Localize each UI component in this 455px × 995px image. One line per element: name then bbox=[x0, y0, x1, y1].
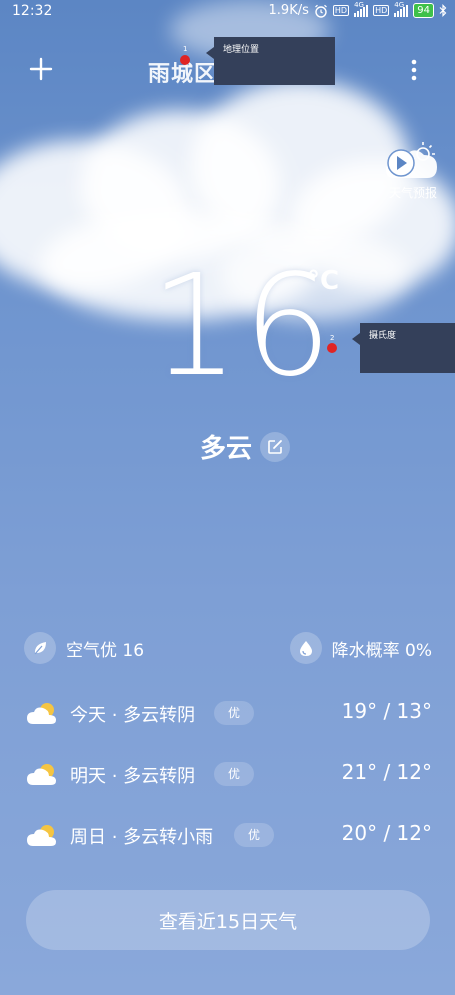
leaf-icon bbox=[24, 632, 56, 664]
network-type: 4G bbox=[354, 0, 364, 9]
condition-row: 多云 bbox=[200, 428, 291, 465]
day-label: 周日 · 多云转小雨 bbox=[70, 827, 214, 848]
current-condition: 多云 bbox=[200, 434, 253, 464]
marker-number: 1 bbox=[183, 45, 188, 53]
signal-icon: 4G bbox=[394, 1, 409, 17]
hd-badge: HD bbox=[332, 5, 350, 16]
info-row: 空气优 16 降水概率 0% bbox=[24, 632, 432, 668]
air-quality[interactable]: 空气优 16 bbox=[24, 632, 144, 664]
bluetooth-icon bbox=[439, 4, 447, 17]
marker-number: 2 bbox=[330, 334, 335, 342]
more-options-button[interactable] bbox=[404, 56, 424, 84]
annotation-marker bbox=[180, 55, 190, 65]
tooltip-location: 地理位置 bbox=[206, 37, 335, 85]
partly-cloudy-icon bbox=[27, 703, 56, 724]
aqi-badge: 优 bbox=[214, 701, 255, 725]
view-15-day-forecast-button[interactable]: 查看近15日天气 bbox=[26, 890, 430, 950]
edit-button[interactable] bbox=[260, 431, 291, 462]
alarm-icon bbox=[314, 4, 327, 18]
status-time: 12:32 bbox=[12, 3, 53, 19]
precipitation[interactable]: 降水概率 0% bbox=[289, 632, 432, 664]
day-temps: 20° / 12° bbox=[341, 821, 432, 845]
aqi-badge: 优 bbox=[214, 762, 255, 786]
network-type: 4G bbox=[394, 0, 405, 9]
temperature-unit[interactable]: °C bbox=[307, 266, 339, 296]
status-icons: 1.9K/s HD 4G HD 4G 94 bbox=[268, 1, 447, 18]
plus-icon bbox=[29, 57, 53, 81]
status-bar: 12:32 1.9K/s HD 4G HD 4G 94 bbox=[0, 0, 455, 24]
forecast-day-row[interactable]: 明天 · 多云转阴 优 21° / 12° bbox=[26, 758, 432, 792]
forecast-day-row[interactable]: 今天 · 多云转阴 优 19° / 13° bbox=[26, 697, 432, 731]
aqi-badge: 优 bbox=[234, 823, 275, 847]
signal-icon: 4G bbox=[354, 1, 369, 17]
day-label: 明天 · 多云转阴 bbox=[70, 766, 196, 787]
raindrop-icon bbox=[289, 632, 322, 664]
tooltip-unit: 摄氏度 bbox=[352, 323, 455, 373]
hd-badge: HD bbox=[373, 5, 390, 16]
day-temps: 21° / 12° bbox=[341, 760, 432, 784]
precipitation-text: 降水概率 0% bbox=[331, 640, 432, 661]
forecast-label: 天气预报 bbox=[388, 186, 437, 200]
more-vertical-icon bbox=[411, 59, 417, 81]
battery-indicator: 94 bbox=[413, 3, 434, 18]
partly-cloudy-icon bbox=[27, 825, 56, 846]
day-label: 今天 · 多云转阴 bbox=[70, 705, 196, 726]
forecast-day-row[interactable]: 周日 · 多云转小雨 优 20° / 12° bbox=[26, 819, 432, 853]
annotation-marker bbox=[327, 343, 337, 353]
net-speed: 1.9K/s bbox=[268, 3, 309, 18]
weather-forecast-video-button[interactable]: 天气预报 bbox=[382, 138, 444, 200]
day-temps: 19° / 13° bbox=[341, 699, 432, 723]
cloud-sun-play-icon bbox=[386, 142, 437, 178]
air-quality-text: 空气优 16 bbox=[66, 640, 145, 661]
edit-icon bbox=[268, 439, 282, 454]
partly-cloudy-icon bbox=[27, 764, 56, 785]
add-city-button[interactable] bbox=[28, 56, 54, 82]
